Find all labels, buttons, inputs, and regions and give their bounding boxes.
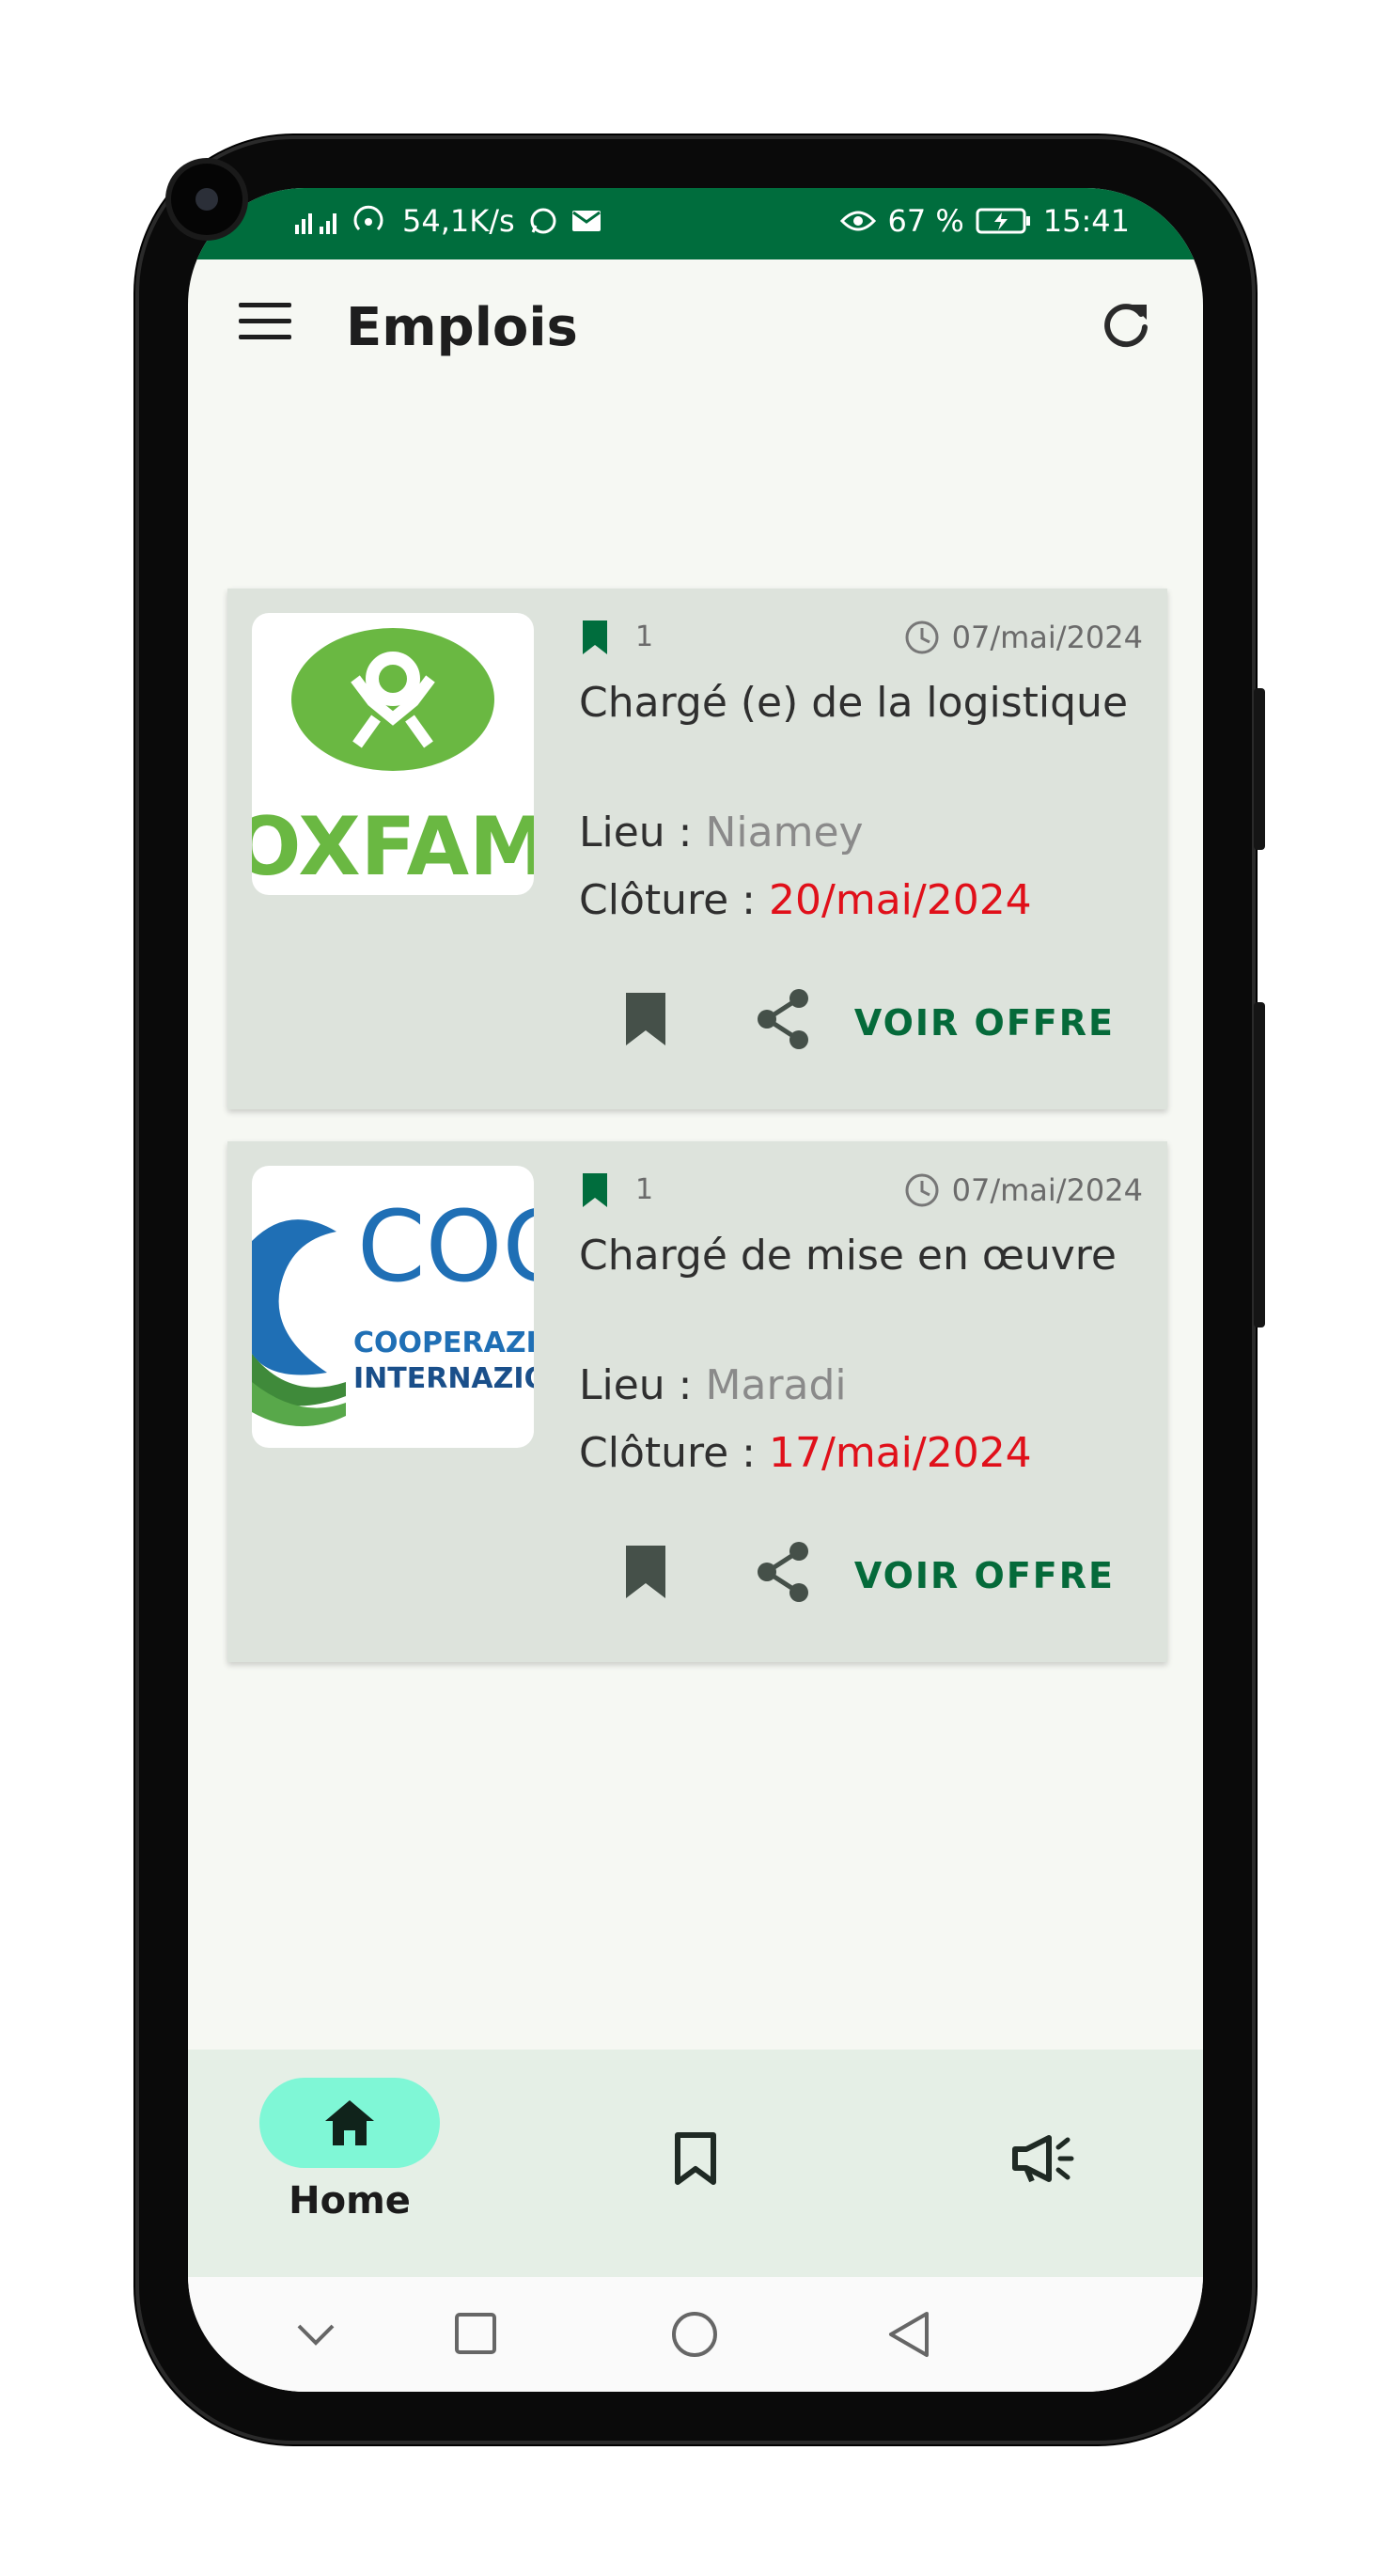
- hotspot-icon: [353, 205, 383, 231]
- view-offer-button[interactable]: VOIR OFFRE: [854, 1555, 1115, 1596]
- bookmark-icon[interactable]: [622, 1542, 669, 1602]
- nav-bookmark-icon[interactable]: [673, 2130, 718, 2187]
- bookmark-icon[interactable]: [622, 989, 669, 1049]
- deadline-line: Clôture :17/mai/2024: [579, 1429, 1032, 1477]
- battery-icon: [976, 208, 1030, 234]
- job-meta: 1 07/mai/2024: [579, 1170, 1143, 1213]
- page-title: Emplois: [346, 297, 578, 358]
- oxfam-logo-icon: OXFAM: [252, 628, 534, 894]
- home-icon: [325, 2100, 374, 2145]
- nav-home-label[interactable]: Home: [259, 2179, 440, 2223]
- company-logo: COO COOPERAZIONE INTERNAZIONALE: [252, 1166, 534, 1448]
- card-actions: VOIR OFFRE: [579, 1536, 1143, 1611]
- bookmark-count-icon: [583, 1173, 607, 1207]
- svg-text:COOPERAZIONE: COOPERAZIONE: [353, 1327, 534, 1359]
- coopi-logo-icon: COO COOPERAZIONE INTERNAZIONALE: [252, 1189, 534, 1427]
- svg-text:INTERNAZIONALE: INTERNAZIONALE: [353, 1362, 534, 1395]
- system-nav: [188, 2277, 1203, 2392]
- clock-icon: [905, 620, 939, 654]
- refresh-icon[interactable]: [1098, 297, 1154, 353]
- company-logo: OXFAM: [252, 613, 534, 895]
- job-card[interactable]: OXFAM 1 07/mai/2024 Chargé (e) de la log…: [227, 589, 1167, 1109]
- eye-icon: [840, 211, 877, 231]
- job-title: Chargé (e) de la logistique: [579, 679, 1129, 727]
- network-speed: 54,1K/s: [402, 203, 515, 239]
- battery-percent: 67 %: [887, 203, 964, 239]
- deadline-label: Clôture :: [579, 1429, 757, 1477]
- app-bar: Emplois: [188, 259, 1203, 393]
- posted-date-text: 07/mai/2024: [951, 620, 1143, 655]
- location-value: Maradi: [705, 1361, 847, 1409]
- job-title: Chargé de mise en œuvre: [579, 1232, 1117, 1280]
- mail-icon: [571, 211, 601, 231]
- back-icon[interactable]: [885, 2309, 932, 2360]
- card-actions: VOIR OFFRE: [579, 983, 1143, 1059]
- status-right: 67 % 15:41: [840, 203, 1130, 239]
- deadline-line: Clôture :20/mai/2024: [579, 876, 1032, 924]
- power-button: [1254, 1002, 1265, 1327]
- location-value: Niamey: [705, 809, 864, 856]
- location-line: Lieu : Maradi: [579, 1361, 847, 1409]
- deadline-label: Clôture :: [579, 876, 757, 924]
- clock-icon: [905, 1173, 939, 1207]
- deadline-value: 20/mai/2024: [769, 876, 1032, 924]
- posted-date: 07/mai/2024: [903, 1171, 1143, 1209]
- bookmark-count: 1: [635, 1173, 654, 1206]
- phone-frame: 54,1K/s 67 % 15:41 Emplois OXFAM 1 07/ma…: [135, 135, 1256, 2444]
- status-left: 54,1K/s: [291, 203, 602, 239]
- front-camera: [171, 164, 242, 235]
- menu-icon[interactable]: [239, 303, 291, 344]
- job-meta: 1 07/mai/2024: [579, 617, 1143, 660]
- whatsapp-icon: [530, 208, 556, 234]
- share-icon[interactable]: [754, 1540, 814, 1604]
- posted-date: 07/mai/2024: [903, 619, 1143, 656]
- logo-text: OXFAM: [252, 800, 534, 894]
- bookmark-count: 1: [635, 620, 654, 653]
- recents-icon[interactable]: [453, 2311, 498, 2356]
- screen: 54,1K/s 67 % 15:41 Emplois OXFAM 1 07/ma…: [188, 188, 1203, 2392]
- bottom-nav: Home: [188, 2050, 1203, 2277]
- nav-home-button[interactable]: [259, 2078, 440, 2168]
- posted-date-text: 07/mai/2024: [951, 1172, 1143, 1208]
- volume-button: [1254, 688, 1265, 850]
- signal-icon: [295, 213, 336, 234]
- share-icon[interactable]: [754, 987, 814, 1051]
- svg-text:COO: COO: [357, 1189, 534, 1304]
- deadline-value: 17/mai/2024: [769, 1429, 1032, 1477]
- location-line: Lieu : Niamey: [579, 809, 864, 856]
- view-offer-button[interactable]: VOIR OFFRE: [854, 1002, 1115, 1044]
- home-circle-icon[interactable]: [669, 2309, 720, 2360]
- chevron-down-icon[interactable]: [295, 2320, 336, 2348]
- nav-megaphone-icon[interactable]: [1011, 2130, 1079, 2187]
- location-label: Lieu :: [579, 1361, 693, 1409]
- bookmark-count-icon: [583, 620, 607, 654]
- job-card[interactable]: COO COOPERAZIONE INTERNAZIONALE 1 07/mai…: [227, 1141, 1167, 1662]
- clock: 15:41: [1042, 203, 1130, 239]
- location-label: Lieu :: [579, 809, 693, 856]
- status-bar: 54,1K/s 67 % 15:41: [188, 188, 1203, 259]
